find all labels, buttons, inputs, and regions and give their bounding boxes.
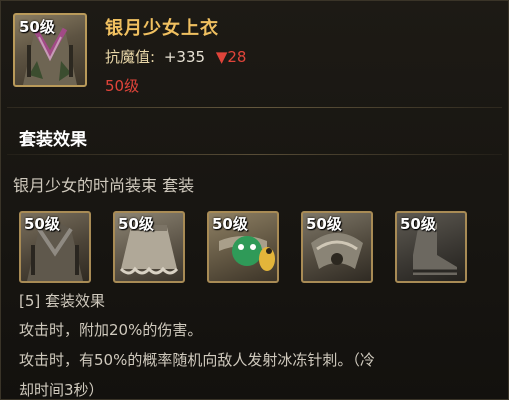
item-name: 银月少女上衣 [105, 18, 219, 39]
bonus-line: 攻击时，有50%的概率随机向敌人发射冰冻针刺。（冷 [19, 351, 375, 369]
set-piece-2[interactable]: 50级 [113, 211, 185, 283]
level-badge: 50级 [306, 215, 342, 233]
set-piece-3[interactable]: 50级 [207, 211, 279, 283]
level-badge: 50级 [19, 18, 55, 36]
stat-value: +335 [163, 48, 206, 66]
bonus-line: 却时间3秒） [19, 381, 104, 399]
set-piece-1[interactable]: 50级 [19, 211, 91, 283]
robe-top-icon[interactable]: 50级 [13, 13, 87, 87]
level-badge: 50级 [212, 215, 248, 233]
divider [7, 154, 502, 155]
bonus-title: [5] 套装效果 [19, 292, 106, 310]
stat-label: 抗魔值: [105, 48, 156, 66]
level-badge: 50级 [400, 215, 436, 233]
bonus-line: 攻击时，附加20%的伤害。 [19, 321, 203, 339]
level-badge: 50级 [118, 215, 154, 233]
stat-change: ▼28 [215, 48, 247, 66]
section-title: 套装效果 [19, 130, 87, 150]
level-badge: 50级 [24, 215, 60, 233]
set-piece-5[interactable]: 50级 [395, 211, 467, 283]
item-tooltip: 50级 银月少女上衣 抗魔值: +335 ▼28 50级 套装效果 银月少女的时… [0, 0, 509, 400]
divider [7, 107, 502, 108]
stat-line: 抗魔值: +335 ▼28 [105, 46, 246, 67]
required-level: 50级 [105, 77, 140, 95]
set-piece-4[interactable]: 50级 [301, 211, 373, 283]
set-pieces: 50级 50级 50级 50级 50级 [19, 211, 489, 283]
set-name: 银月少女的时尚装束 套装 [13, 176, 195, 195]
